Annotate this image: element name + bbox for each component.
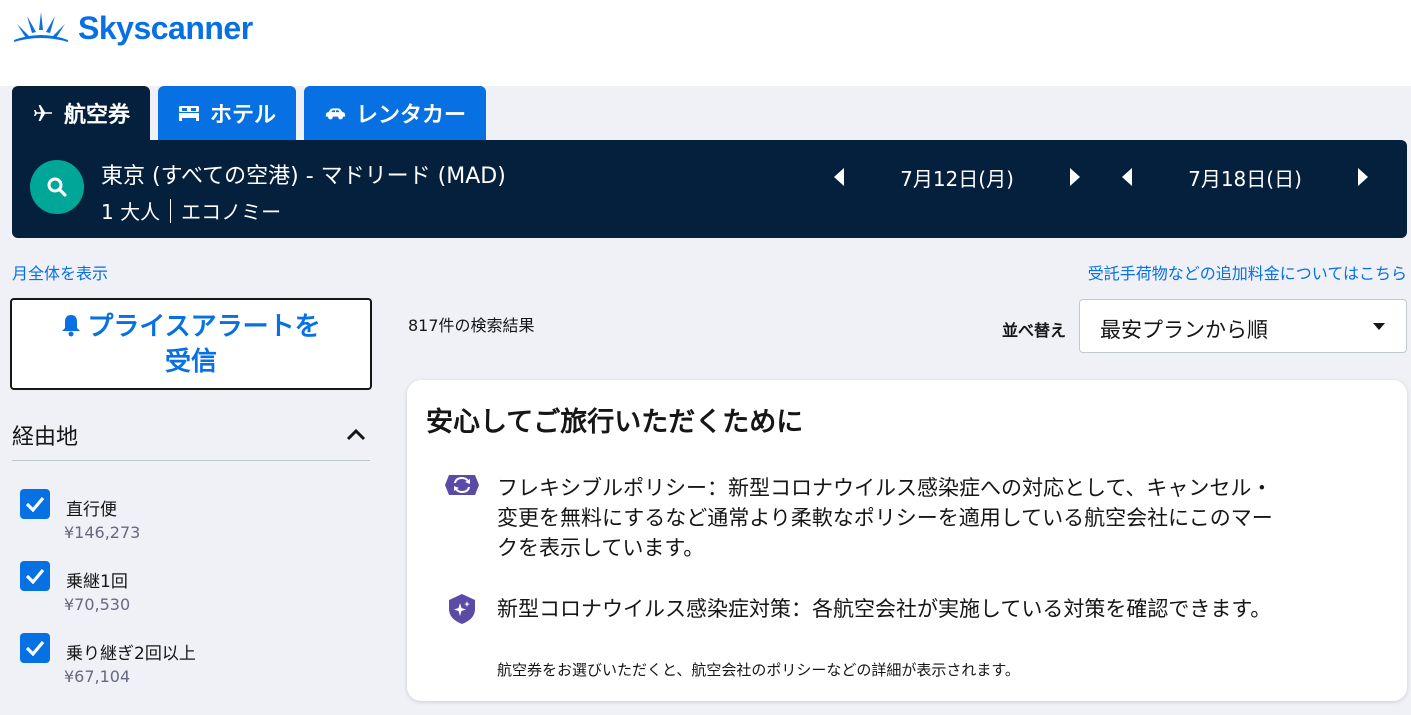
stop-option-price: ¥70,530 [64, 595, 131, 614]
stops-filter-title: 経由地 [12, 425, 79, 450]
caret-right-icon [1070, 168, 1080, 186]
skyscanner-logo[interactable]: Skyscanner [12, 4, 253, 52]
results-count: 817件の検索結果 [408, 316, 535, 335]
tab-hotels-label: ホテル [210, 103, 277, 128]
caret-right-icon [1358, 168, 1368, 186]
caret-left-icon [1122, 168, 1132, 186]
stop-option-label: 乗継1回 [66, 572, 128, 592]
sort-label: 並べ替え [1002, 321, 1067, 340]
flexible-policy-line1: フレキシブルポリシー：新型コロナウイルス感染症への対応として、キャンセル・ [497, 476, 1273, 500]
checkbox-checked[interactable] [20, 633, 50, 663]
tab-hotels[interactable]: ホテル [158, 86, 297, 140]
stop-option-direct[interactable]: 直行便 ¥146,273 [20, 489, 360, 549]
price-alert-label-line2: 受信 [164, 347, 217, 377]
checkmark-icon [25, 640, 45, 656]
bell-icon [62, 315, 81, 337]
return-date-selector: 7月18日(日) [1118, 162, 1372, 192]
shield-sparkle-icon [445, 594, 479, 624]
depart-date-selector: 7月12日(月) [830, 162, 1084, 192]
depart-next-button[interactable] [1066, 162, 1084, 192]
return-prev-button[interactable] [1118, 162, 1136, 192]
price-alert-button[interactable]: プライスアラートを 受信 [10, 298, 372, 390]
flexible-policy-line3: クを表示しています。 [497, 536, 705, 560]
route-text[interactable]: 東京 (すべての空港) - マドリード (MAD) [101, 158, 506, 190]
stop-option-label: 乗り継ぎ2回以上 [66, 644, 196, 664]
flexible-policy-line2: 変更を無料にするなど通常より柔軟なポリシーを適用している航空会社にこのマー [497, 506, 1273, 530]
flexible-policy-text: フレキシブルポリシー：新型コロナウイルス感染症への対応として、キャンセル・ 変更… [497, 473, 1397, 563]
tab-car-hire[interactable]: レンタカー [304, 86, 487, 140]
chevron-up-icon [346, 428, 366, 441]
stop-option-price: ¥67,104 [64, 667, 131, 686]
price-alert-label-line1: プライスアラートを [87, 312, 321, 342]
show-whole-month-link[interactable]: 月全体を表示 [12, 260, 108, 284]
checkbox-checked[interactable] [20, 489, 50, 519]
checkmark-icon [25, 568, 45, 584]
sort-selected-value: 最安プランから順 [1100, 318, 1268, 342]
search-summary-bar: 東京 (すべての空港) - マドリード (MAD) 1 大人 エコノミー 7月1… [12, 140, 1407, 238]
passenger-count: 1 大人 [101, 200, 161, 224]
sunrise-logo-icon [14, 12, 68, 42]
search-icon [47, 177, 67, 197]
stops-filter-header[interactable]: 経由地 [12, 415, 370, 461]
covid-measures-text: 新型コロナウイルス感染症対策：各航空会社が実施している対策を確認できます。 [497, 597, 1272, 621]
tab-car-hire-label: レンタカー [356, 103, 467, 128]
caret-down-icon [1373, 323, 1385, 330]
return-next-button[interactable] [1354, 162, 1372, 192]
divider [170, 198, 172, 223]
travel-safety-info-card: 安心してご旅行いただくために フレキシブルポリシー：新型コロナウイルス感染症への… [407, 380, 1407, 701]
return-date[interactable]: 7月18日(日) [1136, 163, 1354, 192]
cabin-class: エコノミー [181, 200, 282, 224]
sort-dropdown[interactable]: 最安プランから順 [1079, 299, 1407, 353]
tab-flights-label: 航空券 [64, 103, 131, 128]
site-header: Skyscanner [0, 0, 1411, 86]
search-button[interactable] [30, 160, 84, 214]
stop-option-two-plus-stops[interactable]: 乗り継ぎ2回以上 ¥67,104 [20, 633, 360, 693]
car-icon [324, 102, 346, 124]
flexible-policy-icon [445, 470, 479, 500]
caret-left-icon [834, 168, 844, 186]
depart-date[interactable]: 7月12日(月) [848, 163, 1066, 192]
extra-fees-link[interactable]: 受託手荷物などの追加料金についてはこちら [1088, 260, 1407, 284]
info-card-note: 航空券をお選びいただくと、航空会社のポリシーなどの詳細が表示されます。 [497, 661, 1020, 679]
plane-icon [32, 102, 54, 124]
checkbox-checked[interactable] [20, 561, 50, 591]
stop-option-one-stop[interactable]: 乗継1回 ¥70,530 [20, 561, 360, 621]
vertical-tabs: 航空券 ホテル レンタカー [12, 86, 487, 140]
price-alert-line1-wrap: プライスアラートを [12, 310, 370, 345]
depart-prev-button[interactable] [830, 162, 848, 192]
checkmark-icon [25, 496, 45, 512]
tab-flights[interactable]: 航空券 [12, 86, 151, 140]
stop-option-price: ¥146,273 [64, 523, 141, 542]
info-card-title: 安心してご旅行いただくために [426, 407, 804, 438]
bed-icon [178, 102, 200, 124]
stop-option-label: 直行便 [66, 500, 117, 520]
brand-name: Skyscanner [78, 9, 253, 46]
passenger-cabin-summary[interactable]: 1 大人 エコノミー [101, 196, 281, 225]
